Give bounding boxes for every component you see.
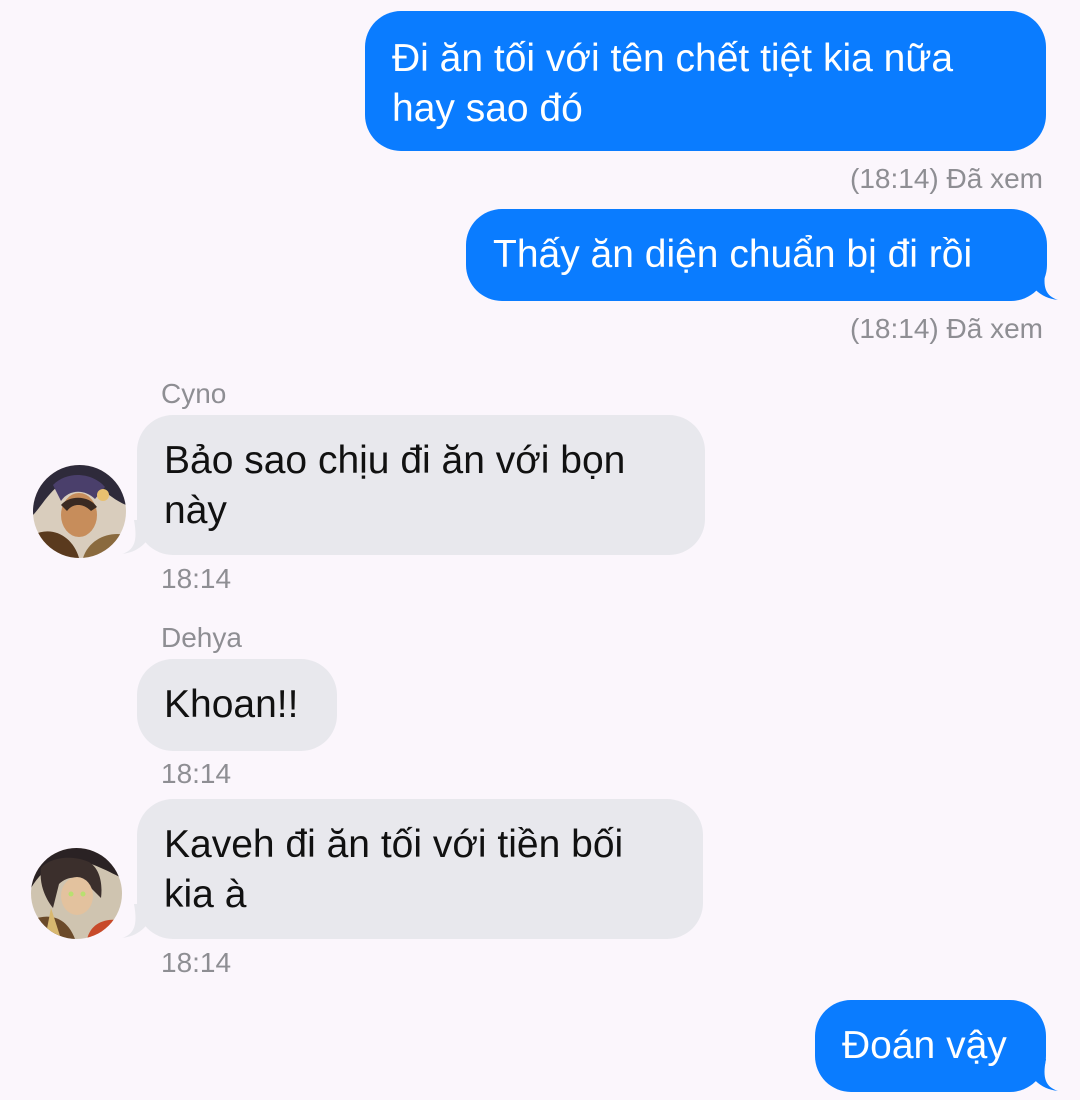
message-read-status: (18:14) Đã xem (850, 163, 1043, 194)
message-bubble-incoming[interactable]: Bảo sao chịu đi ăn với bọn này (137, 415, 705, 555)
cyno-avatar[interactable] (33, 465, 126, 558)
message-bubble-incoming[interactable]: Kaveh đi ăn tối với tiền bối kia à (137, 799, 703, 939)
message-bubble-outgoing[interactable]: Thấy ăn diện chuẩn bị đi rồi (466, 209, 1047, 301)
sender-name: Dehya (161, 622, 242, 653)
bubble-tail (122, 520, 156, 554)
avatar-image (31, 848, 122, 939)
dehya-avatar[interactable] (31, 848, 122, 939)
message-bubble-outgoing[interactable]: Đi ăn tối với tên chết tiệt kia nữa hay … (365, 11, 1046, 151)
bubble-tail (1024, 1059, 1058, 1091)
message-bubble-outgoing[interactable]: Đoán vậy (815, 1000, 1046, 1092)
message-timestamp: 18:14 (161, 758, 232, 789)
bubble-tail (122, 904, 156, 938)
avatar-image (33, 465, 126, 558)
sender-name: Cyno (161, 378, 227, 409)
bubble-tail (1024, 268, 1058, 300)
message-read-status: (18:14) Đã xem (850, 313, 1043, 344)
message-bubble-incoming[interactable]: Khoan!! (137, 659, 337, 751)
message-timestamp: 18:14 (161, 563, 232, 594)
message-timestamp: 18:14 (161, 947, 232, 978)
